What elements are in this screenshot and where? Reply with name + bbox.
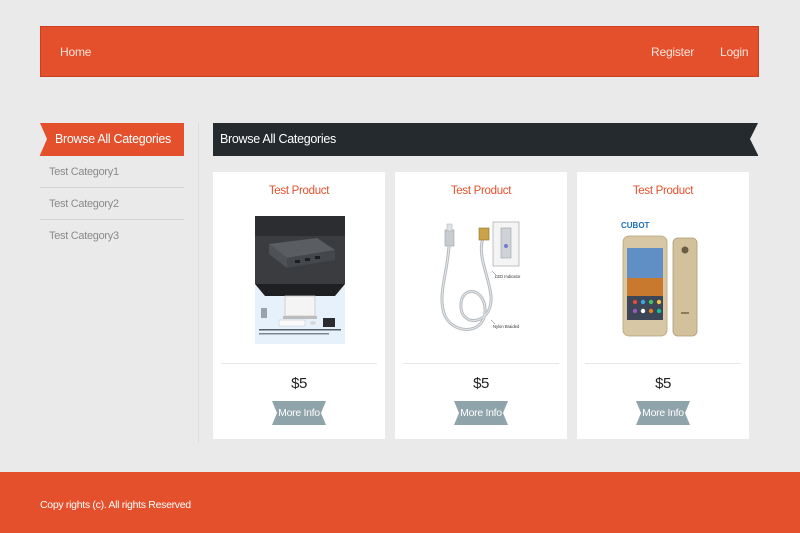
more-info-button[interactable]: More Info [454,401,508,425]
copyright-text: Copy rights (c). All rights Reserved [40,499,191,511]
magnetic-cable-product-image[interactable]: LED Indicator Nylon Braided [437,216,527,344]
sidebar-item-category2[interactable]: Test Category2 [40,188,184,220]
sidebar-item-category1[interactable]: Test Category1 [40,156,184,188]
product-title[interactable]: Test Product [577,185,749,197]
product-card: Test Product $5 More Info [213,172,385,439]
card-divider [403,363,559,364]
sidebar-item-category3[interactable]: Test Category3 [40,220,184,252]
product-card: Test Product CUBOT $5 More Info [577,172,749,439]
cubot-logo-text: CUBOT [621,221,650,230]
nav-home-link[interactable]: Home [60,45,91,59]
nav-login-link[interactable]: Login [720,45,749,59]
usb-hub-product-image[interactable] [255,216,345,344]
category-sidebar: Browse All Categories Test Category1 Tes… [40,123,184,252]
product-price: $5 [291,375,307,392]
page-footer: Copy rights (c). All rights Reserved [0,472,800,533]
card-divider [585,363,741,364]
cable-image-label: Nylon Braided [493,324,520,329]
smartphone-product-image[interactable]: CUBOT [619,216,709,344]
product-title[interactable]: Test Product [213,185,385,197]
main-heading: Browse All Categories [213,123,758,156]
product-price: $5 [655,375,671,392]
column-divider [198,123,199,443]
product-price: $5 [473,375,489,392]
top-navbar: Home Register Login [40,26,759,77]
sidebar-heading: Browse All Categories [40,123,184,156]
product-title[interactable]: Test Product [395,185,567,197]
cable-image-label: LED Indicator [495,274,521,279]
card-divider [221,363,377,364]
more-info-button[interactable]: More Info [272,401,326,425]
more-info-button[interactable]: More Info [636,401,690,425]
product-card: Test Product LED Indicator Nylon Braided… [395,172,567,439]
nav-register-link[interactable]: Register [651,45,694,59]
